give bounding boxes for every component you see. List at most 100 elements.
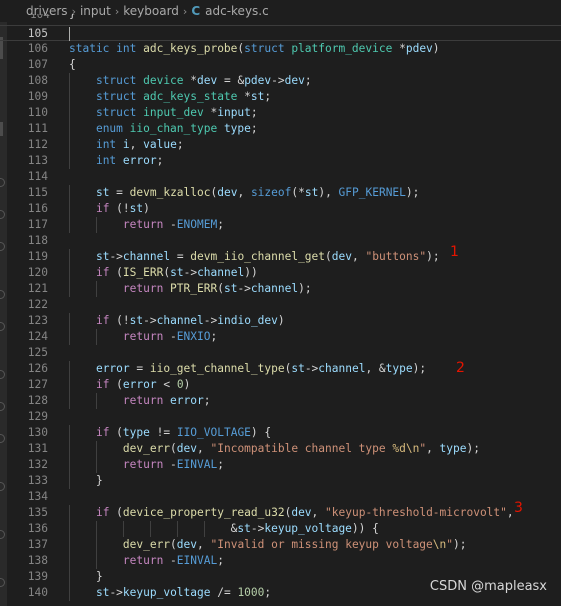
code-line[interactable]: 115 st = devm_kzalloc(dev, sizeof(*st), … [0,185,561,201]
code-token: iio_chan_type [129,122,224,135]
code-line[interactable]: 125 [0,345,561,361]
code-token: channel [197,266,245,279]
code-token: "Incompatible channel type [210,442,393,455]
line-number: 117 [27,218,48,231]
code-line[interactable]: 122 [0,297,561,313]
code-line[interactable]: 133 } [0,473,561,489]
code-line[interactable]: 114 [0,169,561,185]
code-token: error [95,362,130,375]
code-line[interactable]: 132 return -EINVAL; [0,457,561,473]
code-line[interactable]: 112 int i, value; [0,137,561,153]
breadcrumb-item-keyboard[interactable]: keyboard [123,4,179,18]
code-line[interactable]: 136 &st->keyup_voltage)) { [0,521,561,537]
indent-guide [69,521,70,537]
code-token: ); [426,250,440,263]
line-number: 135 [27,506,48,519]
code-line[interactable]: 116 if (!st) [0,201,561,217]
code-token: %d\n [392,442,420,455]
breadcrumb-item-file[interactable]: adc-keys.c [205,4,269,18]
code-token: -> [237,282,251,295]
code-token: ( [116,378,123,391]
code-token: ) [277,314,285,327]
code-token: adc_keys_probe [143,42,238,55]
code-token: if [95,426,117,439]
code-line[interactable]: 121 return PTR_ERR(st->channel); [0,281,561,297]
line-number: 119 [27,250,48,263]
code-text: int i, value; [69,137,184,153]
code-token: channel [318,362,366,375]
code-line[interactable]: 110 struct input_dev *input; [0,105,561,121]
code-token: -> [109,250,123,263]
indent-guide [69,393,70,409]
code-line[interactable]: 109 struct adc_keys_state *st; [0,89,561,105]
line-number: 130 [27,426,48,439]
code-token: keyup_voltage [264,522,352,535]
code-line[interactable]: 127 if (error < 0) [0,377,561,393]
code-token: -> [109,586,123,599]
code-line[interactable]: 128 return error; [0,393,561,409]
code-token: -> [203,314,218,327]
code-token: channel [156,314,204,327]
code-line[interactable]: 113 int error; [0,153,561,169]
code-line[interactable]: 120 if (IS_ERR(st->channel)) [0,265,561,281]
code-token: ; [250,122,258,135]
line-number: 132 [27,458,48,471]
code-line[interactable]: 135 if (device_property_read_u32(dev, "k… [0,505,561,521]
code-token: st [223,282,238,295]
code-line[interactable]: 118 [0,233,561,249]
code-line[interactable]: 130 if (type != IIO_VOLTAGE) { [0,425,561,441]
code-line[interactable]: 126 error = iio_get_channel_type(st->cha… [0,361,561,377]
code-token: - [170,218,177,231]
code-token: EINVAL [176,458,218,471]
indent-guide [69,105,70,121]
code-line[interactable]: 111 enum iio_chan_type type; [0,121,561,137]
code-line[interactable]: 137 dev_err(dev, "Invalid or missing key… [0,537,561,553]
code-token: sizeof [250,186,292,199]
code-line[interactable]: 107 { [0,57,561,73]
code-line[interactable]: 131 dev_err(dev, "Incompatible channel t… [0,441,561,457]
indent-guide [69,457,70,473]
code-line[interactable]: 138 return -EINVAL; [0,553,561,569]
line-number: 122 [27,298,48,311]
code-token: type [223,122,251,135]
code-token: "buttons" [365,250,427,263]
code-text: if (!st->channel->indio_dev) [69,313,285,329]
code-line[interactable]: 106 static int adc_keys_probe(struct plat… [0,41,561,57]
code-token: pdev [405,42,433,55]
indent-guide [69,249,70,265]
code-line[interactable]: 105 [0,25,561,41]
code-token: st [129,314,144,327]
code-token: } [69,474,103,487]
code-token: devm_iio_channel_get [190,250,326,263]
code-line[interactable]: 117 return -ENOMEM; [0,217,561,233]
code-token: if [95,202,117,215]
line-number: 125 [27,346,48,359]
code-token: GFP_KERNEL [338,186,406,199]
code-token: -> [183,266,198,279]
line-number: 118 [27,234,48,247]
code-text: if (error < 0) [69,377,190,393]
indent-guide [69,265,70,281]
code-token: struct [244,42,292,55]
indent-guide [69,121,70,137]
code-line[interactable]: 134 [0,489,561,505]
code-line[interactable]: 124 return -ENXIO; [0,329,561,345]
indent-guide [69,505,70,521]
code-token: st [291,362,305,375]
indent-guide [69,137,70,153]
code-token: /= [210,586,238,599]
code-line[interactable]: 123 if (!st->channel->indio_dev) [0,313,561,329]
code-line[interactable]: 119 st->channel = devm_iio_channel_get(d… [0,249,561,265]
indent-guide [69,377,70,393]
code-text: return -ENXIO; [69,329,217,345]
code-token: ); [466,442,480,455]
code-token: , [197,538,211,551]
code-text: dev_err(dev, "Incompatible channel type … [69,441,480,457]
code-line[interactable]: 129 [0,409,561,425]
code-token: ; [217,458,224,471]
code-token: , [311,506,326,519]
code-line[interactable]: 108 struct device *dev = &pdev->dev; [0,73,561,89]
